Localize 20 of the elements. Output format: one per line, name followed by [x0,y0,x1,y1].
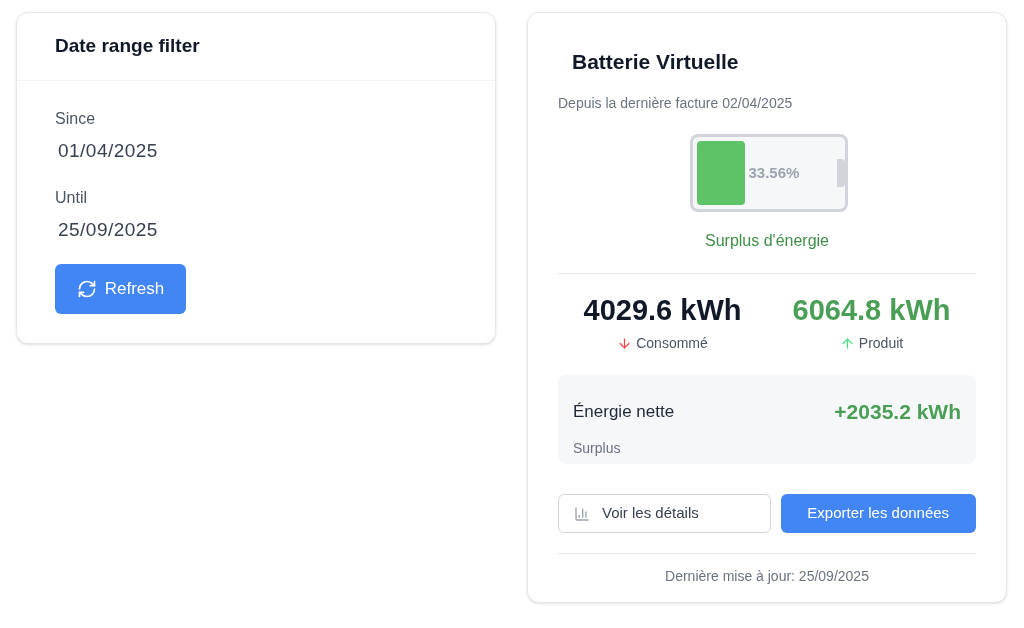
card-title: Date range filter [55,34,200,59]
battery-percent: 33.56% [748,162,800,183]
net-value: +2035.2 kWh [834,399,961,425]
last-updated: Dernière mise à jour: 25/09/2025 [665,567,869,586]
details-button[interactable]: Voir les détails [558,494,771,533]
net-note: Surplus [573,438,622,458]
status-text: Surplus d'énergie [705,230,829,251]
net-label: Énergie nette [573,401,675,423]
export-button[interactable]: Exporter les données [780,494,976,533]
subtitle: Depuis la dernière facture 02/04/2025 [558,93,794,113]
date-field[interactable]: 25/09/2025 [55,215,255,244]
date-field[interactable]: 01/04/2025 [55,137,255,166]
card-title: Batterie Virtuelle [572,49,740,75]
stat-label: Produit [858,334,904,353]
stat-value: 6064.8 kWh [792,292,951,328]
stat-value: 4029.6 kWh [583,292,742,328]
stat-label: Consommé [636,334,708,353]
field-label: Until [55,187,88,208]
field-label: Since [55,109,97,129]
refresh-button[interactable]: Refresh [55,264,186,314]
